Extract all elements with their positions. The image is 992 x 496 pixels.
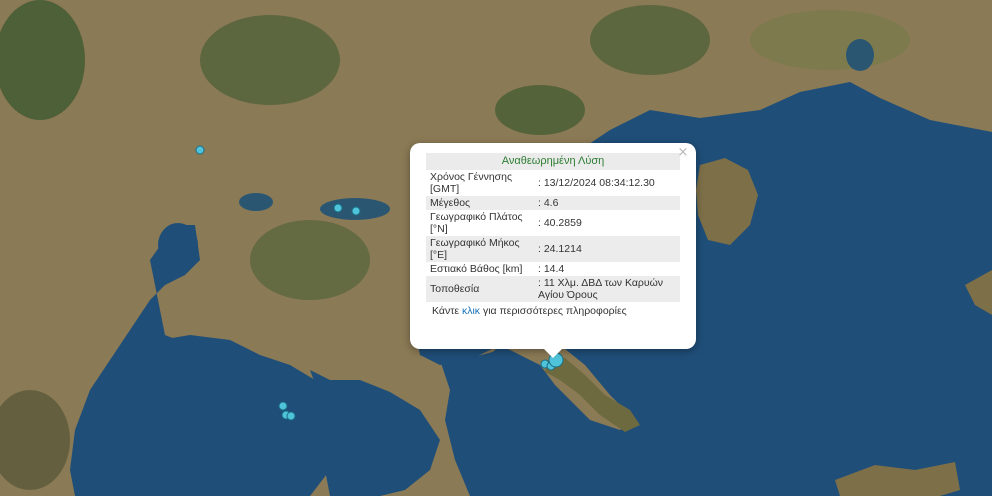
earthquake-marker[interactable] <box>333 203 343 213</box>
info-row-longitude: Γεωγραφικό Μήκος [°E] : 24.1214 <box>426 236 680 262</box>
magnitude-label: Μέγεθος <box>426 196 534 210</box>
lake-koroneia <box>239 193 273 211</box>
close-icon[interactable]: × <box>676 146 690 160</box>
earthquake-info-popup: × Αναθεωρημένη Λύση Χρόνος Γέννησης [GMT… <box>410 143 696 358</box>
more-info-line: Κάντε κλικ για περισσότερες πληροφορίες <box>426 305 680 317</box>
latitude-label: Γεωγραφικό Πλάτος [°N] <box>430 211 523 235</box>
location-label: Τοποθεσία <box>426 276 534 302</box>
info-row-latitude: Γεωγραφικό Πλάτος [°N] : 40.2859 <box>426 210 680 236</box>
latitude-value: : 40.2859 <box>538 217 582 229</box>
longitude-label: Γεωγραφικό Μήκος [°E] <box>426 236 534 262</box>
forest-patch <box>495 85 585 135</box>
earthquake-marker[interactable] <box>278 401 288 411</box>
magnitude-value: : 4.6 <box>534 196 680 210</box>
popup-title: Αναθεωρημένη Λύση <box>426 153 680 170</box>
info-row-magnitude: Μέγεθος : 4.6 <box>426 196 680 210</box>
depth-value: : 14.4 <box>538 263 565 275</box>
longitude-value: : 24.1214 <box>534 236 680 262</box>
more-suffix: για περισσότερες πληροφορίες <box>480 305 627 317</box>
earthquake-marker[interactable] <box>286 411 296 421</box>
thermaic-inlet <box>158 223 198 267</box>
location-value: : 11 Χλμ. ΔΒΔ των Καρυών Αγίου Όρους <box>534 276 680 302</box>
earthquake-marker[interactable] <box>195 145 205 155</box>
time-label: Χρόνος Γέννησης [GMT] <box>430 171 513 195</box>
forest-patch <box>590 5 710 75</box>
earthquake-marker[interactable] <box>351 206 361 216</box>
depth-label: Εστιακό Βάθος [km] <box>430 263 523 275</box>
more-info-link[interactable]: κλικ <box>462 305 480 317</box>
time-value: : 13/12/2024 08:34:12.30 <box>538 177 655 189</box>
forest-patch <box>250 220 370 300</box>
info-row-location: Τοποθεσία : 11 Χλμ. ΔΒΔ των Καρυών Αγίου… <box>426 276 680 302</box>
info-row-depth: Εστιακό Βάθος [km] : 14.4 <box>426 262 680 276</box>
lake-kerkini <box>846 39 874 71</box>
info-row-time: Χρόνος Γέννησης [GMT] : 13/12/2024 08:34… <box>426 170 680 196</box>
more-prefix: Κάντε <box>432 305 462 317</box>
info-table: Χρόνος Γέννησης [GMT] : 13/12/2024 08:34… <box>426 170 680 302</box>
forest-patch <box>750 10 910 70</box>
forest-patch <box>200 15 340 105</box>
